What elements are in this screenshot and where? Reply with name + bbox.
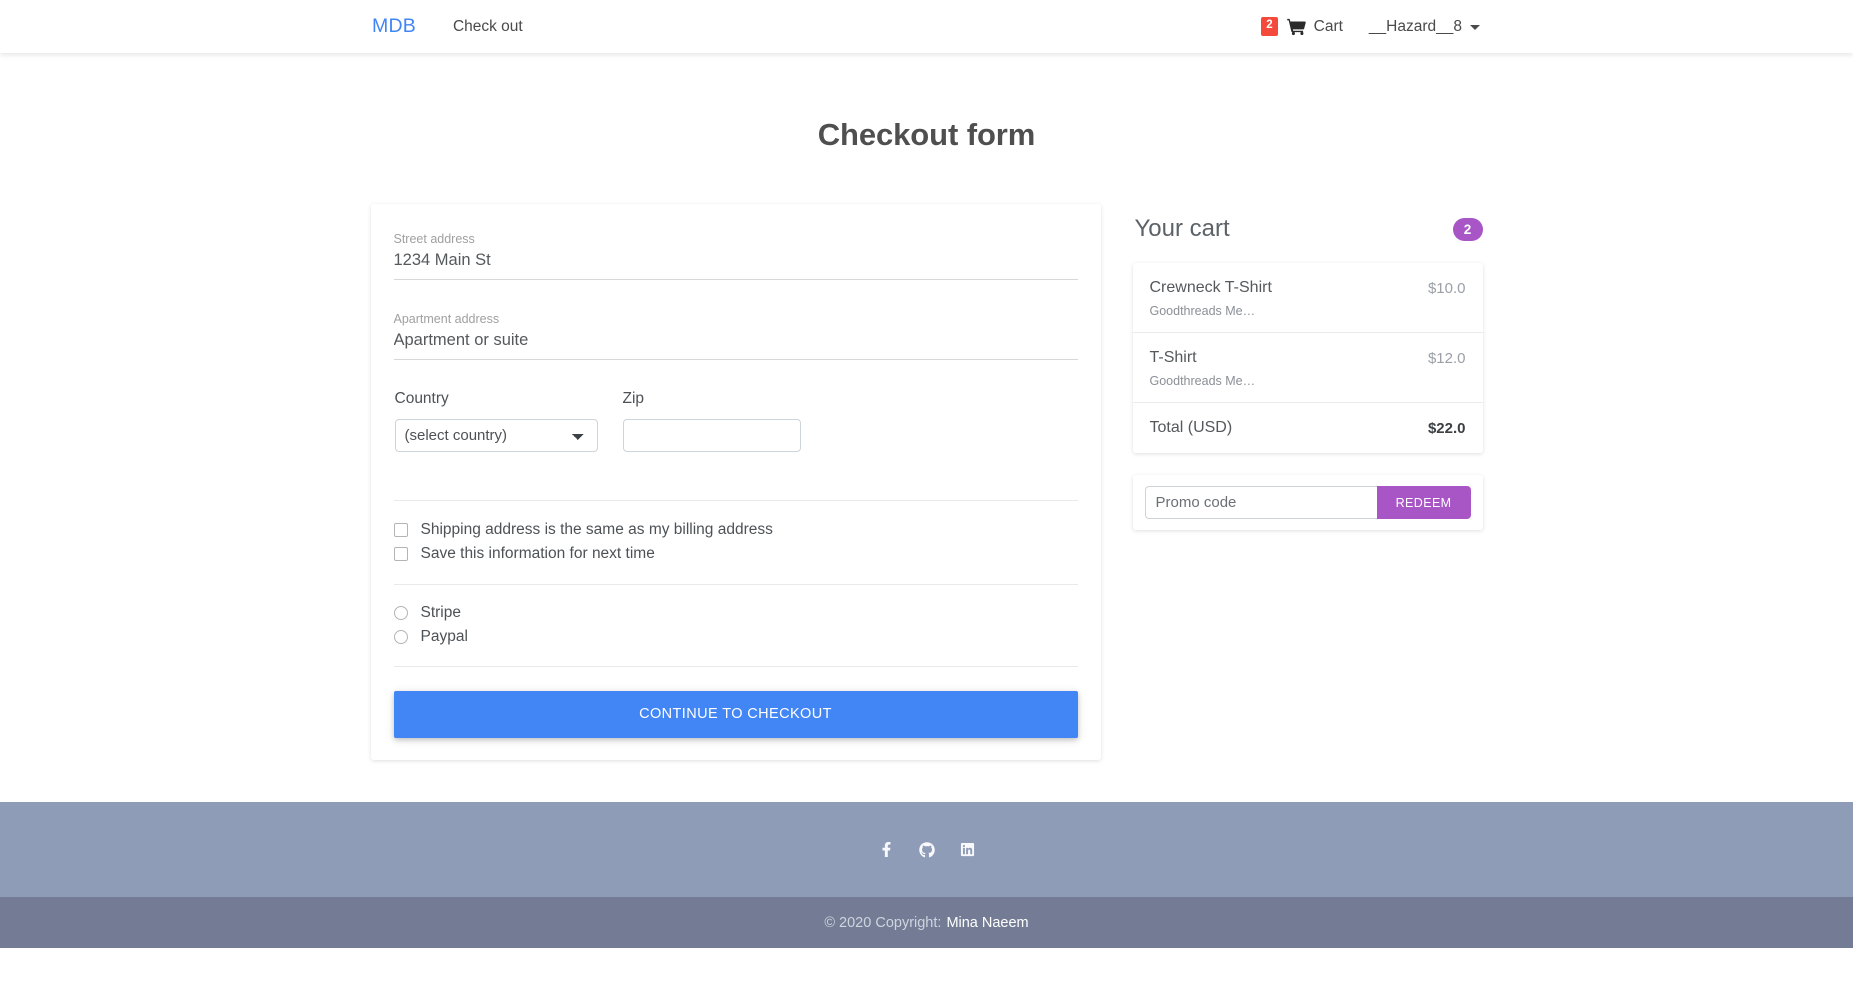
divider-billing xyxy=(393,500,1078,501)
radio-paypal[interactable] xyxy=(393,630,408,644)
facebook-icon[interactable] xyxy=(879,842,894,857)
checkbox-same-address-label: Shipping address is the same as my billi… xyxy=(420,521,773,538)
checkbox-row-save-info[interactable]: Save this information for next time xyxy=(393,545,1078,563)
country-field: Country (select country) xyxy=(394,390,598,452)
apartment-address-field: Apartment address xyxy=(393,308,1078,360)
country-zip-row: Country (select country) Zip xyxy=(394,390,1078,452)
cart-total-row: Total (USD) $22.0 xyxy=(1133,403,1483,453)
payment-method-group: Stripe Paypal xyxy=(393,604,1078,646)
zip-label: Zip xyxy=(622,390,645,407)
chevron-down-icon xyxy=(1470,25,1480,30)
radio-stripe[interactable] xyxy=(393,606,408,620)
github-icon[interactable] xyxy=(918,841,935,858)
social-links xyxy=(879,841,975,858)
navbar: MDB Check out 2 Cart __Hazard__8 xyxy=(0,0,1853,53)
checkbox-same-address[interactable] xyxy=(393,523,408,537)
cart-item-info: Crewneck T-Shirt Goodthreads Me… xyxy=(1150,278,1428,318)
cart-item-subtitle: Goodthreads Me… xyxy=(1149,304,1256,318)
cart-item[interactable]: T-Shirt Goodthreads Me… $12.0 xyxy=(1132,333,1483,403)
radio-row-paypal[interactable]: Paypal xyxy=(393,628,1078,646)
footer xyxy=(0,802,1853,897)
checkbox-row-same-address[interactable]: Shipping address is the same as my billi… xyxy=(393,521,1078,539)
copyright-bar: © 2020 Copyright: Mina Naeem xyxy=(0,897,1853,948)
page-content: Checkout form Street address Apartment a… xyxy=(0,117,1853,802)
checkout-form-card: Street address Apartment address Country… xyxy=(370,204,1101,760)
radio-row-stripe[interactable]: Stripe xyxy=(393,604,1078,622)
street-address-input[interactable] xyxy=(393,251,1078,280)
copyright-text: © 2020 Copyright: xyxy=(824,914,942,931)
divider-submit xyxy=(393,666,1078,667)
nav-link-checkout[interactable]: Check out xyxy=(453,18,523,36)
checkbox-save-info-label: Save this information for next time xyxy=(420,545,655,562)
cart-item-info: T-Shirt Goodthreads Me… xyxy=(1150,348,1428,388)
cart-item-name: Crewneck T-Shirt xyxy=(1149,279,1272,296)
divider-payment xyxy=(393,584,1078,585)
apartment-address-label: Apartment address xyxy=(393,312,500,326)
zip-field: Zip xyxy=(622,390,801,452)
cart-item[interactable]: Crewneck T-Shirt Goodthreads Me… $10.0 xyxy=(1132,263,1483,333)
cart-item-subtitle: Goodthreads Me… xyxy=(1149,374,1256,388)
continue-to-checkout-button[interactable]: CONTINUE TO CHECKOUT xyxy=(393,691,1078,738)
cart-total-value: $22.0 xyxy=(1427,419,1466,437)
redeem-button[interactable]: REDEEM xyxy=(1376,486,1471,519)
cart-item-price: $10.0 xyxy=(1427,280,1466,297)
brand-logo[interactable]: MDB xyxy=(372,15,416,38)
navbar-left: MDB Check out xyxy=(372,15,523,38)
cart-button[interactable]: Cart xyxy=(1286,17,1343,36)
checkout-layout: Street address Apartment address Country… xyxy=(370,204,1483,760)
cart-item-name: T-Shirt xyxy=(1149,349,1197,366)
cart-total-label: Total (USD) xyxy=(1149,419,1233,436)
street-address-field: Street address xyxy=(393,228,1078,280)
cart-item-price: $12.0 xyxy=(1427,350,1466,367)
promo-code-card: REDEEM xyxy=(1132,475,1483,530)
zip-input[interactable] xyxy=(622,419,801,452)
cart-title: Your cart xyxy=(1134,215,1230,242)
cart-header: Your cart 2 xyxy=(1133,215,1483,243)
user-menu-label: __Hazard__8 xyxy=(1368,17,1462,35)
cart-count-badge: 2 xyxy=(1261,17,1278,36)
cart-items-list: Crewneck T-Shirt Goodthreads Me… $10.0 T… xyxy=(1132,263,1483,453)
country-label: Country xyxy=(394,390,449,407)
navbar-right: 2 Cart __Hazard__8 xyxy=(1261,17,1480,36)
cart-label: Cart xyxy=(1313,17,1343,35)
promo-code-input[interactable] xyxy=(1144,486,1377,519)
copyright-author-link[interactable]: Mina Naeem xyxy=(946,915,1028,931)
radio-stripe-label: Stripe xyxy=(420,604,462,621)
page-title: Checkout form xyxy=(817,117,1036,152)
linkedin-icon[interactable] xyxy=(960,842,975,857)
user-menu-button[interactable]: __Hazard__8 xyxy=(1369,18,1480,36)
radio-paypal-label: Paypal xyxy=(420,628,468,645)
shopping-cart-icon xyxy=(1286,18,1306,35)
cart-item-count-badge: 2 xyxy=(1452,217,1483,241)
checkbox-group: Shipping address is the same as my billi… xyxy=(393,521,1078,563)
country-select[interactable]: (select country) xyxy=(394,419,598,452)
checkbox-save-info[interactable] xyxy=(393,547,408,561)
apartment-address-input[interactable] xyxy=(393,331,1078,360)
street-address-label: Street address xyxy=(393,232,475,246)
cart-panel: Your cart 2 Crewneck T-Shirt Goodthreads… xyxy=(1132,204,1483,530)
